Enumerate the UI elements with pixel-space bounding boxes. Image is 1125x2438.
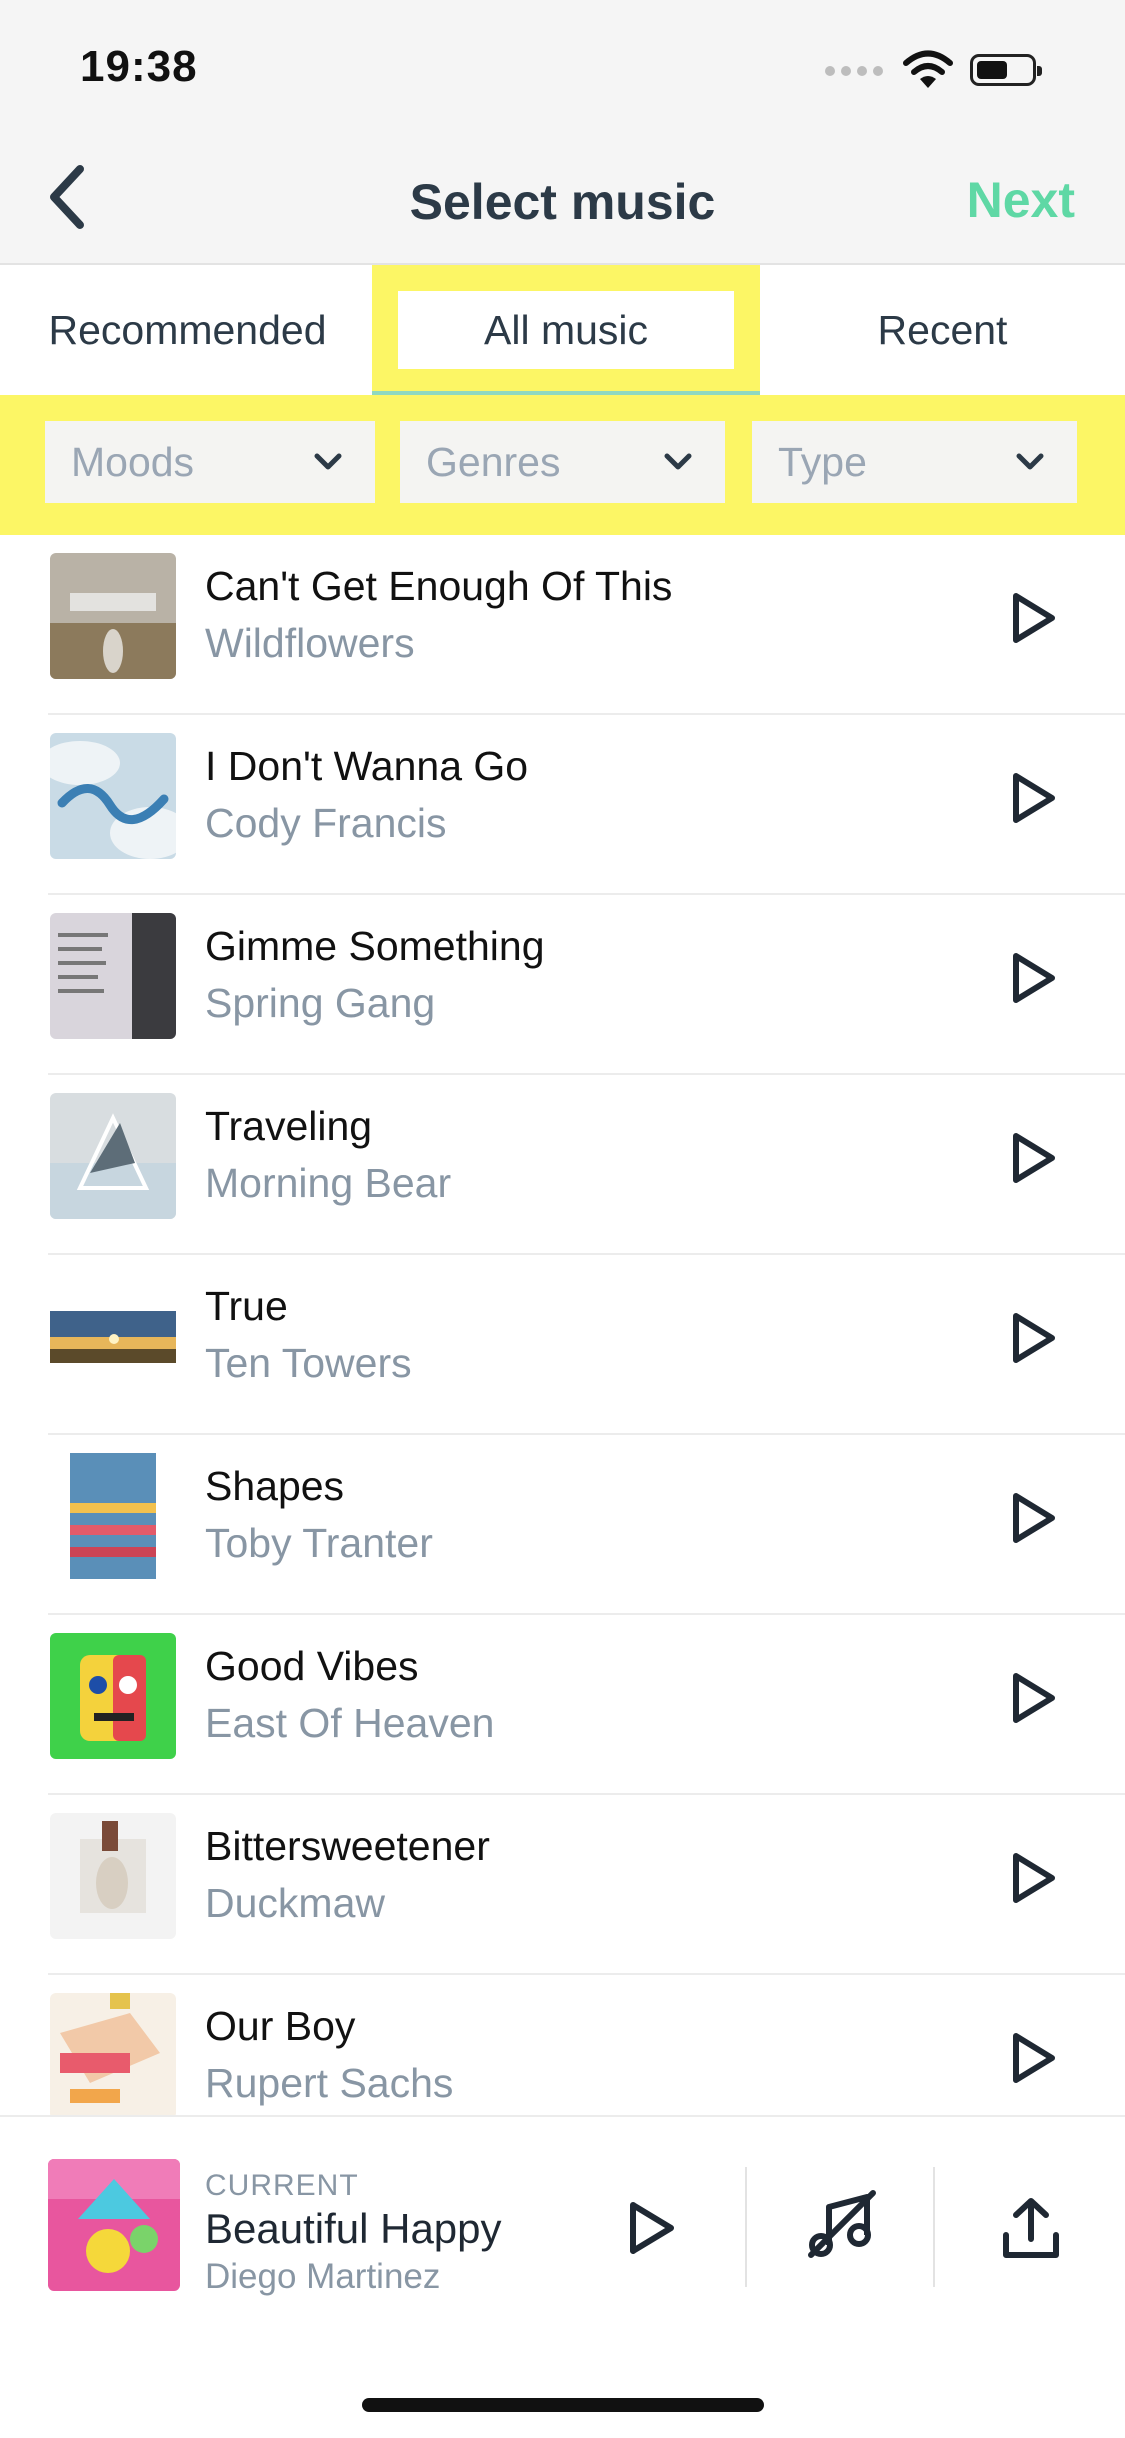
moods-dropdown-label: Moods xyxy=(71,438,195,485)
track-artist: East Of Heaven xyxy=(205,1700,495,1746)
album-art xyxy=(50,1453,176,1579)
status-bar: 19:38 xyxy=(0,0,1125,135)
track-artist: Toby Tranter xyxy=(205,1520,433,1566)
track-list: Can't Get Enough Of This Wildflowers I D… xyxy=(0,535,1125,2115)
next-button[interactable]: Next xyxy=(967,171,1075,229)
current-track-artist: Diego Martinez xyxy=(205,2257,441,2296)
status-icons xyxy=(825,48,1085,92)
genres-dropdown-label: Genres xyxy=(426,438,561,485)
album-art xyxy=(50,1813,176,1939)
track-title: Gimme Something xyxy=(205,923,545,969)
track-row[interactable]: Our Boy Rupert Sachs xyxy=(0,1975,1125,2115)
play-icon[interactable] xyxy=(1008,950,1058,1006)
play-icon[interactable] xyxy=(1008,1490,1058,1546)
track-row[interactable]: True Ten Towers xyxy=(0,1255,1125,1435)
album-art xyxy=(50,1273,176,1399)
track-title: Traveling xyxy=(205,1103,373,1149)
chevron-down-icon xyxy=(314,453,342,470)
divider xyxy=(745,2167,747,2287)
track-artist: Cody Francis xyxy=(205,800,447,846)
wifi-icon xyxy=(903,50,953,88)
chevron-down-icon xyxy=(664,453,692,470)
album-art xyxy=(50,1093,176,1219)
track-artist: Duckmaw xyxy=(205,1880,385,1926)
type-dropdown[interactable]: Type xyxy=(752,421,1077,503)
track-artist: Morning Bear xyxy=(205,1160,452,1206)
play-icon[interactable] xyxy=(625,2199,677,2257)
track-row[interactable]: Traveling Morning Bear xyxy=(0,1075,1125,1255)
nav-bar: Select music Next xyxy=(0,135,1125,265)
divider xyxy=(933,2167,935,2287)
filter-bar: Moods Genres Type xyxy=(0,395,1125,535)
tab-recent[interactable]: Recent xyxy=(760,265,1125,395)
type-dropdown-label: Type xyxy=(778,438,867,485)
track-artist: Wildflowers xyxy=(205,620,415,666)
current-track-title: Beautiful Happy xyxy=(205,2205,502,2252)
track-row[interactable]: I Don't Wanna Go Cody Francis xyxy=(0,715,1125,895)
moods-dropdown[interactable]: Moods xyxy=(45,421,375,503)
track-row[interactable]: Bittersweetener Duckmaw xyxy=(0,1795,1125,1975)
track-title: Our Boy xyxy=(205,2003,356,2049)
track-title: True xyxy=(205,1283,288,1329)
track-artist: Spring Gang xyxy=(205,980,436,1026)
home-indicator xyxy=(362,2398,764,2412)
status-time: 19:38 xyxy=(80,42,198,91)
track-title: Can't Get Enough Of This xyxy=(205,563,673,609)
chevron-down-icon xyxy=(1016,453,1044,470)
play-icon[interactable] xyxy=(1008,590,1058,646)
album-art xyxy=(50,1633,176,1759)
music-off-icon[interactable] xyxy=(805,2189,877,2261)
tab-all-music[interactable]: All music xyxy=(372,265,760,395)
now-playing-bar: CURRENT Beautiful Happy Diego Martinez xyxy=(0,2115,1125,2438)
album-art xyxy=(50,1993,176,2115)
track-row[interactable]: Shapes Toby Tranter xyxy=(0,1435,1125,1615)
current-album-art xyxy=(48,2159,180,2291)
cellular-signal-icon xyxy=(825,62,885,80)
track-title: Shapes xyxy=(205,1463,345,1509)
album-art xyxy=(50,913,176,1039)
track-artist: Ten Towers xyxy=(205,1340,412,1386)
play-icon[interactable] xyxy=(1008,1850,1058,1906)
genres-dropdown[interactable]: Genres xyxy=(400,421,725,503)
play-icon[interactable] xyxy=(1008,1310,1058,1366)
tab-recommended[interactable]: Recommended xyxy=(0,265,375,395)
share-upload-icon[interactable] xyxy=(1000,2195,1062,2261)
track-title: Good Vibes xyxy=(205,1643,419,1689)
track-row[interactable]: Good Vibes East Of Heaven xyxy=(0,1615,1125,1795)
play-icon[interactable] xyxy=(1008,2030,1058,2086)
album-art xyxy=(50,553,176,679)
battery-icon xyxy=(970,54,1042,86)
track-row[interactable]: Can't Get Enough Of This Wildflowers xyxy=(0,535,1125,715)
play-icon[interactable] xyxy=(1008,1670,1058,1726)
track-artist: Rupert Sachs xyxy=(205,2060,454,2106)
play-icon[interactable] xyxy=(1008,770,1058,826)
track-title: I Don't Wanna Go xyxy=(205,743,529,789)
track-title: Bittersweetener xyxy=(205,1823,490,1869)
current-label: CURRENT xyxy=(205,2169,359,2202)
tab-all-music-label: All music xyxy=(398,278,734,382)
track-row[interactable]: Gimme Something Spring Gang xyxy=(0,895,1125,1075)
play-icon[interactable] xyxy=(1008,1130,1058,1186)
album-art xyxy=(50,733,176,859)
page-title: Select music xyxy=(409,174,716,230)
tab-bar: Recommended All music Recent xyxy=(0,265,1125,395)
